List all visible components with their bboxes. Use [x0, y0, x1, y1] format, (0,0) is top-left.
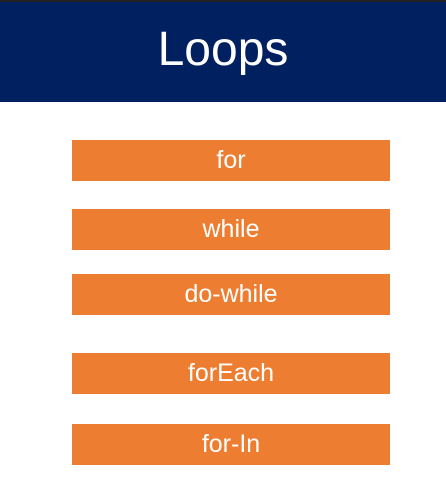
loop-item-for: for	[72, 140, 390, 181]
loop-item-for-in: for-In	[72, 424, 390, 465]
loop-item-foreach: forEach	[72, 353, 390, 394]
slide-title: Loops	[157, 23, 289, 76]
loop-item-do-while: do-while	[72, 274, 390, 315]
title-banner: Loops	[0, 2, 446, 102]
loop-item-while: while	[72, 209, 390, 250]
